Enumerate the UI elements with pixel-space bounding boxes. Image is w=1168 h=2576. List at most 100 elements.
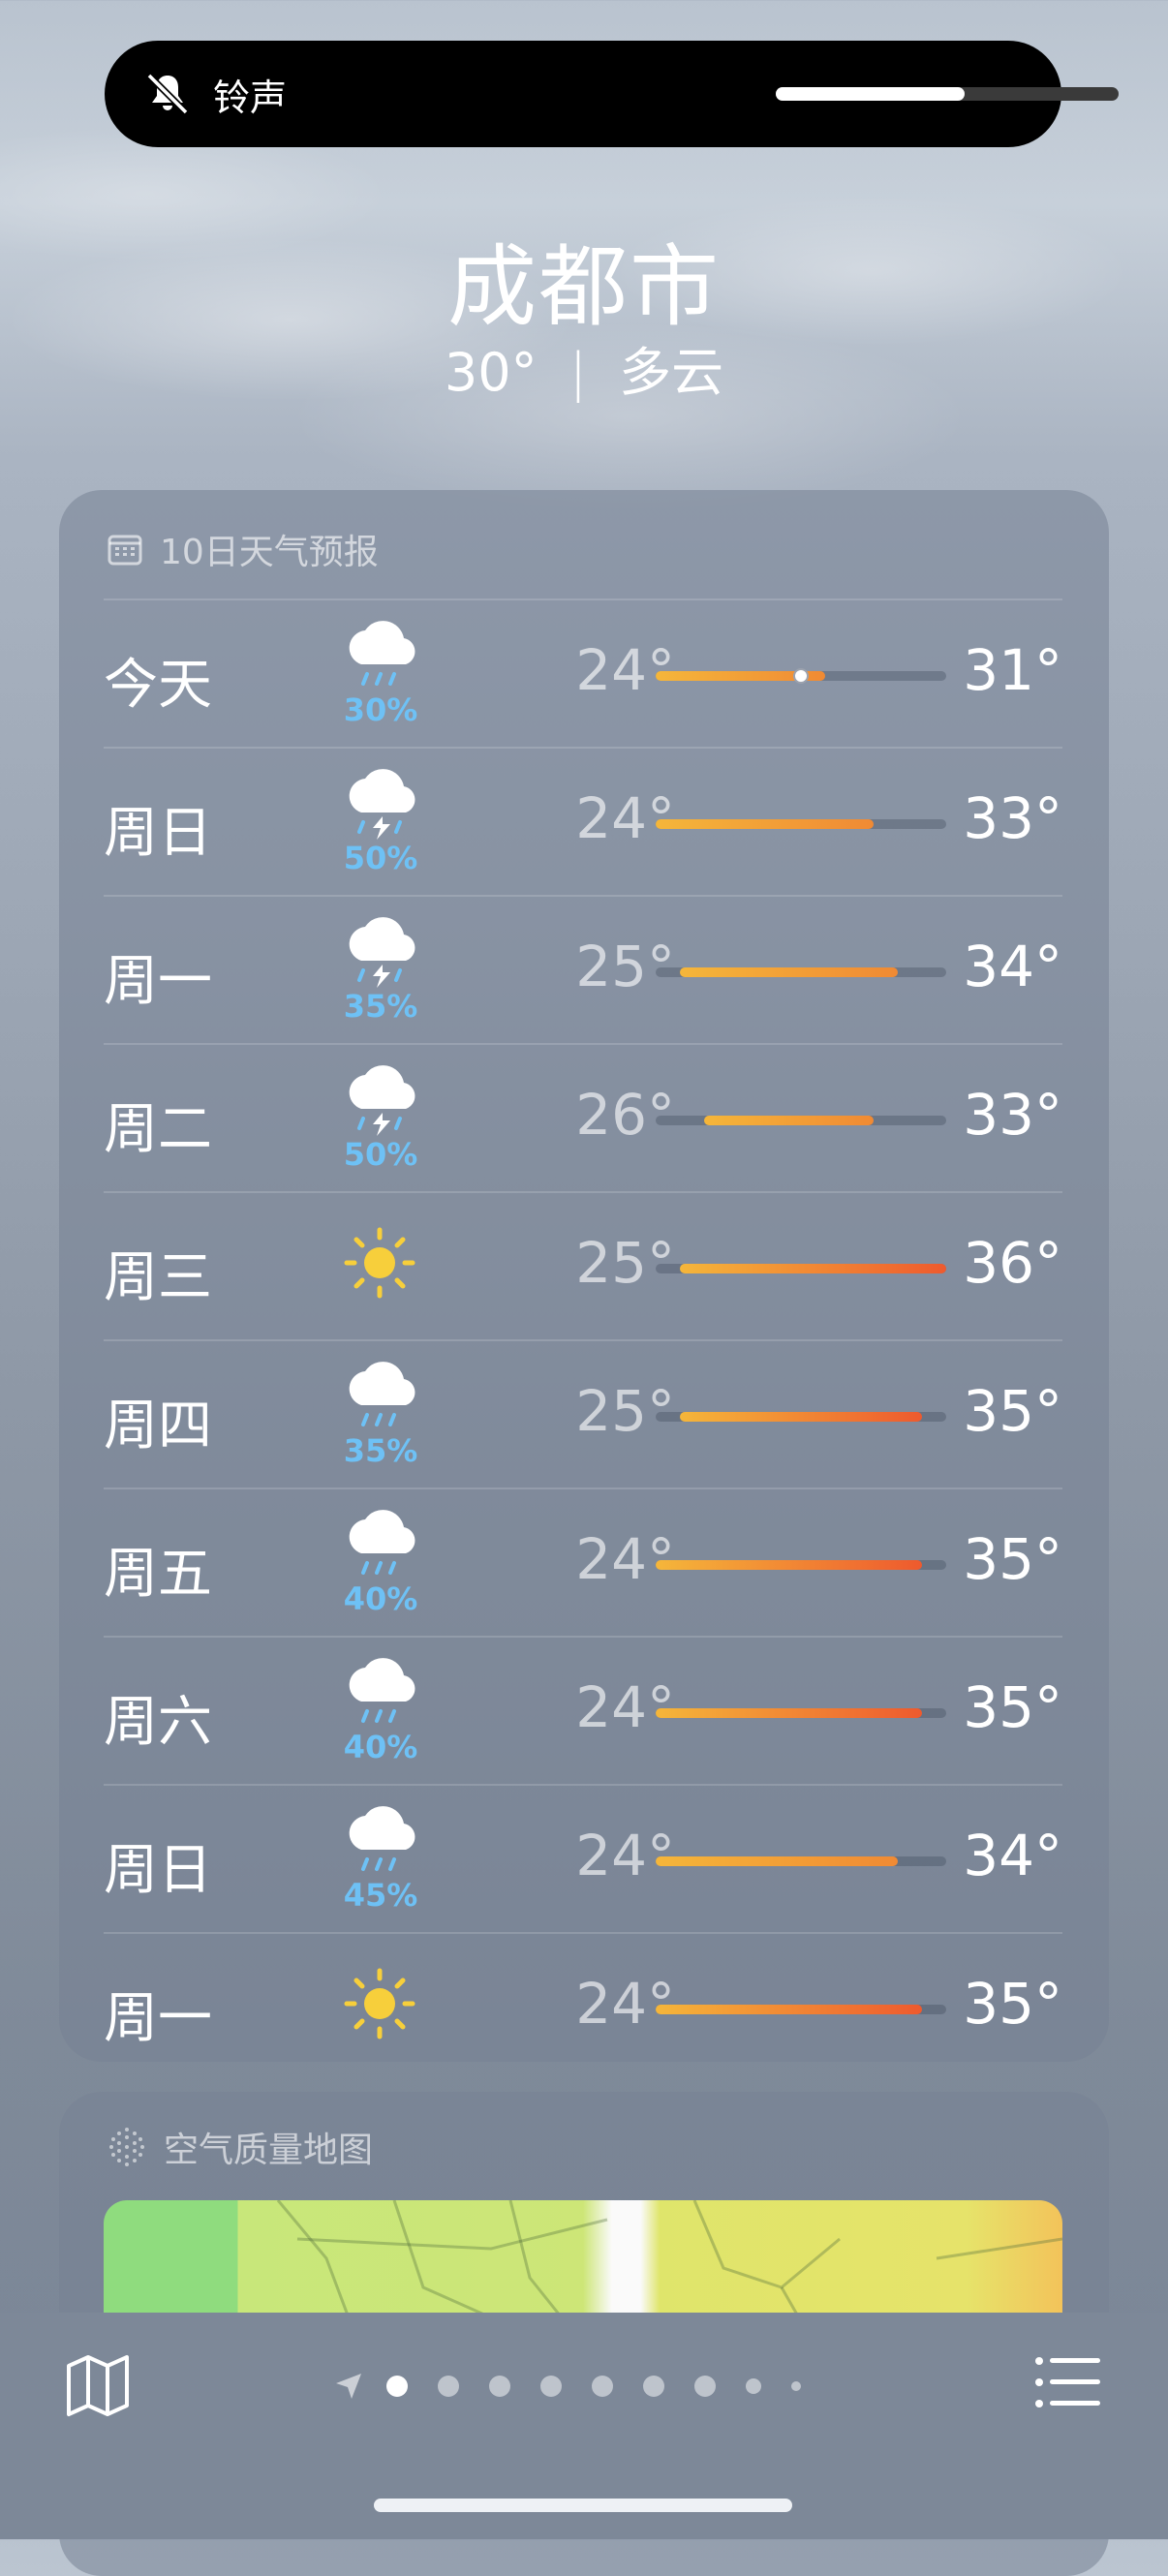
- precip-chance: 45%: [343, 1877, 418, 1914]
- rain-cloud-icon: [332, 1359, 429, 1436]
- low-temp: 24°: [575, 1674, 675, 1740]
- sun-icon: [341, 1224, 418, 1302]
- page-dot[interactable]: [592, 2376, 613, 2397]
- forecast-row[interactable]: 周五 40% 24° 35°: [104, 1487, 1062, 1636]
- air-quality-title: 空气质量地图: [164, 2131, 374, 2170]
- air-quality-icon: [109, 2128, 144, 2166]
- low-temp: 24°: [575, 785, 675, 851]
- sun-icon: [341, 1965, 418, 2042]
- forecast-header: 10日天气预报: [108, 525, 379, 573]
- temp-range-fill: [704, 1116, 874, 1125]
- low-temp: 24°: [575, 1971, 675, 2037]
- air-quality-header: 空气质量地图: [108, 2121, 373, 2173]
- temp-range-bar: [656, 668, 946, 684]
- forecast-row[interactable]: 周三 25° 36°: [104, 1191, 1062, 1339]
- temp-range-bar: [656, 1708, 946, 1718]
- high-temp: 33°: [963, 1082, 1062, 1148]
- low-temp: 24°: [575, 637, 675, 703]
- high-temp: 35°: [963, 1971, 1062, 2037]
- temp-range-fill: [656, 1560, 922, 1570]
- temp-range-bar: [656, 819, 946, 829]
- precip-chance: 50%: [343, 1136, 418, 1173]
- page-dot[interactable]: [489, 2376, 510, 2397]
- map-icon[interactable]: [64, 2351, 132, 2419]
- low-temp: 26°: [575, 1082, 675, 1148]
- temp-range-fill: [680, 967, 898, 977]
- temp-range-bar: [656, 1560, 946, 1570]
- temp-range-bar: [656, 1264, 946, 1273]
- temp-range-bar: [656, 1116, 946, 1125]
- city-name: 成都市: [446, 235, 721, 339]
- rain-cloud-icon: [332, 1803, 429, 1881]
- page-dot[interactable]: [438, 2376, 459, 2397]
- page-dot[interactable]: [746, 2378, 761, 2394]
- forecast-row[interactable]: 周日 45% 24° 34°: [104, 1784, 1062, 1932]
- page-dot[interactable]: [791, 2381, 801, 2391]
- day-label: 周日: [104, 802, 212, 865]
- high-temp: 34°: [963, 934, 1062, 999]
- rain-cloud-icon: [332, 618, 429, 695]
- high-temp: 35°: [963, 1674, 1062, 1740]
- temp-range-bar: [656, 967, 946, 977]
- list-icon[interactable]: [1034, 2353, 1102, 2411]
- forecast-row[interactable]: 周六 40% 24° 35°: [104, 1636, 1062, 1784]
- temp-range-fill: [656, 1708, 922, 1718]
- day-label: 周五: [104, 1543, 212, 1606]
- precip-chance: 35%: [343, 988, 418, 1025]
- precip-chance: 30%: [343, 691, 418, 728]
- forecast-rows: 今天 30% 24° 31° 周日 50% 24° 33° 周一 35% 25° 34° 周二 50% 26…: [104, 598, 1062, 2080]
- temp-range-fill: [656, 2005, 922, 2014]
- summary-separator: |: [569, 342, 587, 403]
- low-temp: 25°: [575, 934, 675, 999]
- day-label: 周一: [104, 950, 212, 1013]
- precip-chance: 50%: [343, 840, 418, 876]
- high-temp: 36°: [963, 1230, 1062, 1296]
- forecast-title: 10日天气预报: [160, 533, 379, 572]
- ringer-volume-slider: [776, 87, 1119, 101]
- page-dot[interactable]: [694, 2376, 716, 2397]
- high-temp: 35°: [963, 1526, 1062, 1592]
- forecast-row[interactable]: 周二 50% 26° 33°: [104, 1043, 1062, 1191]
- home-indicator[interactable]: [374, 2499, 792, 2512]
- low-temp: 25°: [575, 1230, 675, 1296]
- day-label: 今天: [104, 654, 212, 717]
- high-temp: 35°: [963, 1378, 1062, 1444]
- temp-range-bar: [656, 2005, 946, 2014]
- forecast-row[interactable]: 周四 35% 25° 35°: [104, 1339, 1062, 1487]
- page-dot[interactable]: [643, 2376, 664, 2397]
- page-dot[interactable]: [386, 2376, 408, 2397]
- day-label: 周三: [104, 1246, 212, 1309]
- forecast-row[interactable]: 今天 30% 24° 31°: [104, 598, 1062, 747]
- current-temp: 30°: [444, 342, 538, 403]
- day-label: 周六: [104, 1691, 212, 1754]
- precip-chance: 35%: [343, 1432, 418, 1469]
- page-dot[interactable]: [540, 2376, 562, 2397]
- calendar-icon: [108, 535, 142, 566]
- temp-range-bar: [656, 1412, 946, 1422]
- rain-cloud-icon: [332, 1655, 429, 1733]
- day-label: 周二: [104, 1098, 212, 1161]
- temp-range-bar: [656, 1856, 946, 1866]
- low-temp: 24°: [575, 1526, 675, 1592]
- low-temp: 24°: [575, 1823, 675, 1888]
- ten-day-forecast-card[interactable]: 10日天气预报 今天 30% 24° 31° 周日 50% 24° 33° 周一 35% 25° 34…: [59, 490, 1109, 2062]
- thunderstorm-icon: [332, 766, 429, 843]
- day-label: 周日: [104, 1839, 212, 1902]
- high-temp: 31°: [963, 637, 1062, 703]
- thunderstorm-icon: [332, 914, 429, 992]
- forecast-row[interactable]: 周日 50% 24° 33°: [104, 747, 1062, 895]
- page-indicator[interactable]: [334, 2369, 831, 2404]
- thunderstorm-icon: [332, 1062, 429, 1140]
- temp-range-fill: [656, 819, 874, 829]
- current-temp-marker: [793, 668, 809, 684]
- precip-chance: 40%: [343, 1729, 418, 1765]
- forecast-row[interactable]: 周一 24° 35°: [104, 1932, 1062, 2080]
- high-temp: 34°: [963, 1823, 1062, 1888]
- day-label: 周一: [104, 1987, 212, 2050]
- current-condition: 多云: [619, 342, 724, 403]
- ringer-indicator: 铃声: [105, 41, 1119, 147]
- ringer-volume-level: [776, 87, 965, 101]
- forecast-row[interactable]: 周一 35% 25° 34°: [104, 895, 1062, 1043]
- rain-cloud-icon: [332, 1507, 429, 1584]
- day-label: 周四: [104, 1395, 212, 1457]
